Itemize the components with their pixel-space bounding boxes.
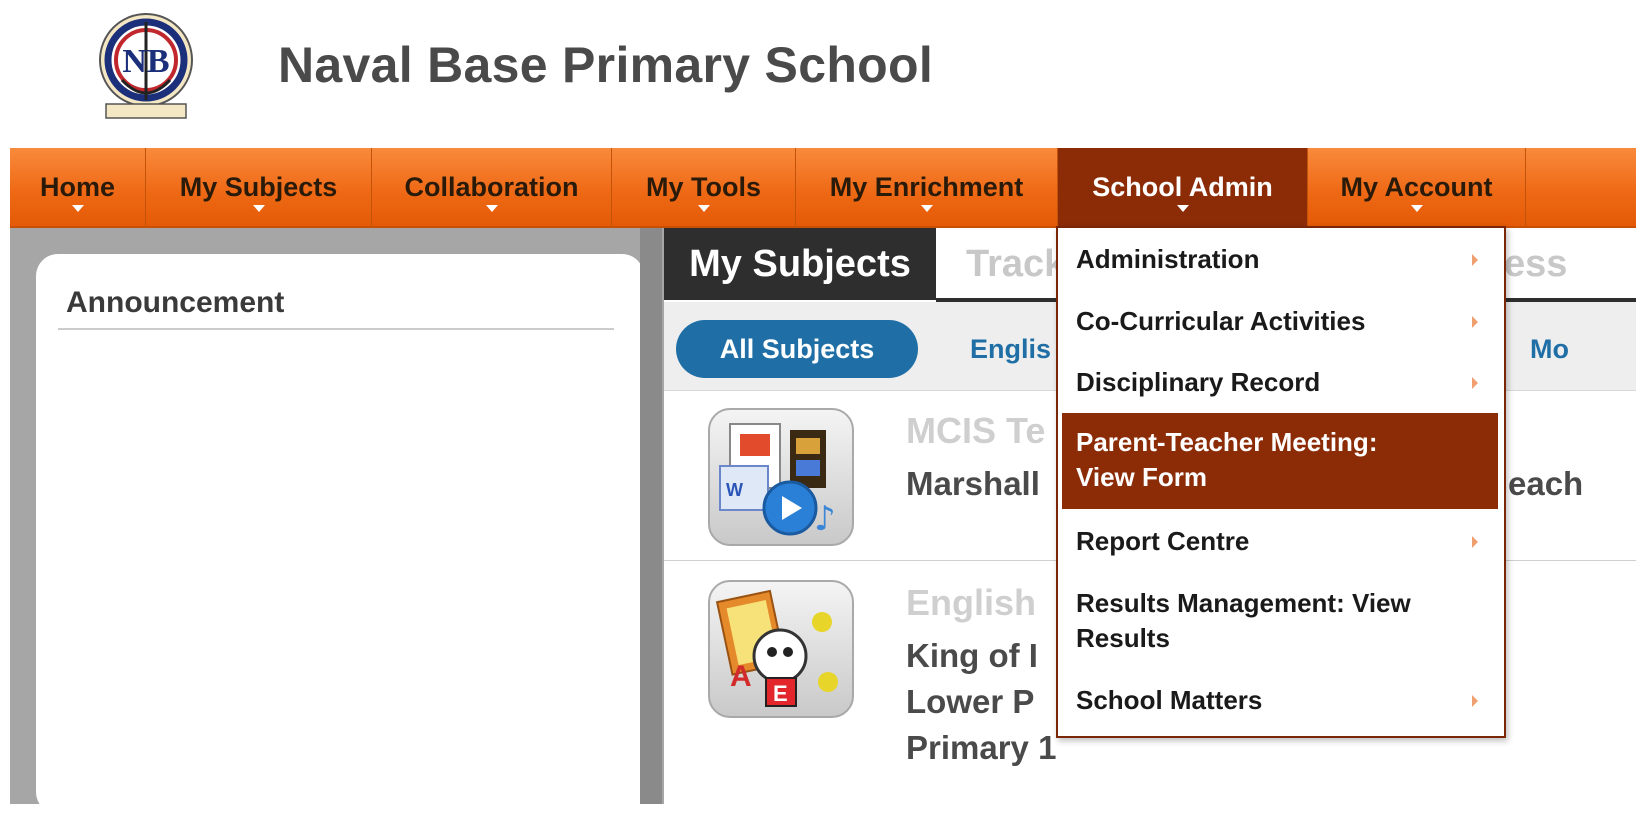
svg-text:W: W xyxy=(726,480,743,500)
chevron-down-icon xyxy=(697,205,710,212)
tab-track[interactable]: Track xyxy=(966,243,1065,286)
menu-item-label: School Matters xyxy=(1076,685,1263,715)
chevron-down-icon xyxy=(71,205,84,212)
tab-my-subjects[interactable]: My Subjects xyxy=(664,228,936,300)
menu-item-report-centre[interactable]: Report Centre xyxy=(1062,524,1498,560)
menu-item-label: Co-Curricular Activities xyxy=(1076,306,1366,336)
nav-my-enrichment-label: My Enrichment xyxy=(829,172,1024,202)
subject-code: English xyxy=(906,582,1037,623)
chevron-down-icon xyxy=(1410,205,1423,212)
subject-name-tail[interactable]: each xyxy=(1508,462,1583,506)
tab-partial[interactable]: ess xyxy=(1504,243,1567,286)
chevron-right-icon xyxy=(1472,377,1478,389)
menu-item-label-line2: Results xyxy=(1076,623,1170,653)
menu-item-co-curricular[interactable]: Co-Curricular Activities xyxy=(1062,304,1498,340)
nav-my-subjects-label: My Subjects xyxy=(179,172,338,202)
filter-english[interactable]: Englis xyxy=(970,334,1051,365)
menu-item-disciplinary-record[interactable]: Disciplinary Record xyxy=(1062,365,1498,401)
menu-item-label: Report Centre xyxy=(1076,526,1250,556)
chevron-down-icon xyxy=(485,205,498,212)
nav-my-account-label: My Account xyxy=(1340,172,1493,202)
svg-text:A: A xyxy=(730,660,752,693)
english-subject-icon[interactable]: A E xyxy=(708,580,854,718)
subject-code: MCIS Te xyxy=(906,410,1046,451)
menu-item-parent-teacher-meeting[interactable]: Parent-Teacher Meeting: View Form xyxy=(1062,413,1498,509)
nav-my-subjects[interactable]: My Subjects xyxy=(146,148,372,226)
nav-home-label: Home xyxy=(39,172,115,202)
nav-my-tools[interactable]: My Tools xyxy=(612,148,796,226)
menu-item-results-management[interactable]: Results Management: View Results xyxy=(1062,586,1498,658)
logo-lettering: NB xyxy=(122,43,169,80)
nav-my-tools-label: My Tools xyxy=(645,172,761,202)
school-name: Naval Base Primary School xyxy=(278,37,934,93)
nav-collaboration[interactable]: Collaboration xyxy=(372,148,612,226)
menu-item-label-line2: View Form xyxy=(1076,462,1208,492)
menu-item-label: Administration xyxy=(1076,244,1260,274)
nav-collaboration-label: Collaboration xyxy=(404,172,579,202)
svg-text:♪: ♪ xyxy=(814,499,836,539)
menu-item-school-matters[interactable]: School Matters xyxy=(1062,683,1498,719)
menu-item-administration[interactable]: Administration xyxy=(1062,242,1498,278)
panel-gutter xyxy=(640,228,662,804)
nav-my-account[interactable]: My Account xyxy=(1308,148,1526,226)
chevron-right-icon xyxy=(1472,316,1478,328)
announcement-panel xyxy=(36,254,644,814)
chevron-right-icon xyxy=(1472,536,1478,548)
subject-name-line2[interactable]: Lower P xyxy=(906,680,1034,724)
chevron-down-icon xyxy=(920,205,933,212)
menu-item-label: Disciplinary Record xyxy=(1076,367,1321,397)
school-logo[interactable]: NB xyxy=(92,8,200,124)
subject-name[interactable]: King of I xyxy=(906,634,1038,678)
nav-my-enrichment[interactable]: My Enrichment xyxy=(796,148,1058,226)
filter-all-subjects[interactable]: All Subjects xyxy=(676,320,918,378)
subject-name[interactable]: Marshall xyxy=(906,462,1040,506)
svg-text:E: E xyxy=(773,681,788,706)
chevron-down-icon xyxy=(252,205,265,212)
nav-school-admin-label: School Admin xyxy=(1092,172,1273,202)
nav-school-admin[interactable]: School Admin xyxy=(1058,148,1308,226)
subject-name-line3[interactable]: Primary 1 xyxy=(906,726,1056,770)
menu-item-label-line1: Parent-Teacher Meeting: xyxy=(1076,427,1378,457)
chevron-right-icon xyxy=(1472,254,1478,266)
filter-partial[interactable]: Mo xyxy=(1530,334,1569,365)
menu-item-label-line1: Results Management: View xyxy=(1076,588,1411,618)
nav-home[interactable]: Home xyxy=(10,148,146,226)
chevron-right-icon xyxy=(1472,695,1478,707)
announcement-title: Announcement xyxy=(66,286,285,319)
divider xyxy=(58,328,614,330)
chevron-down-icon xyxy=(1176,205,1189,212)
multimedia-icon[interactable]: W ♪ xyxy=(708,408,854,546)
